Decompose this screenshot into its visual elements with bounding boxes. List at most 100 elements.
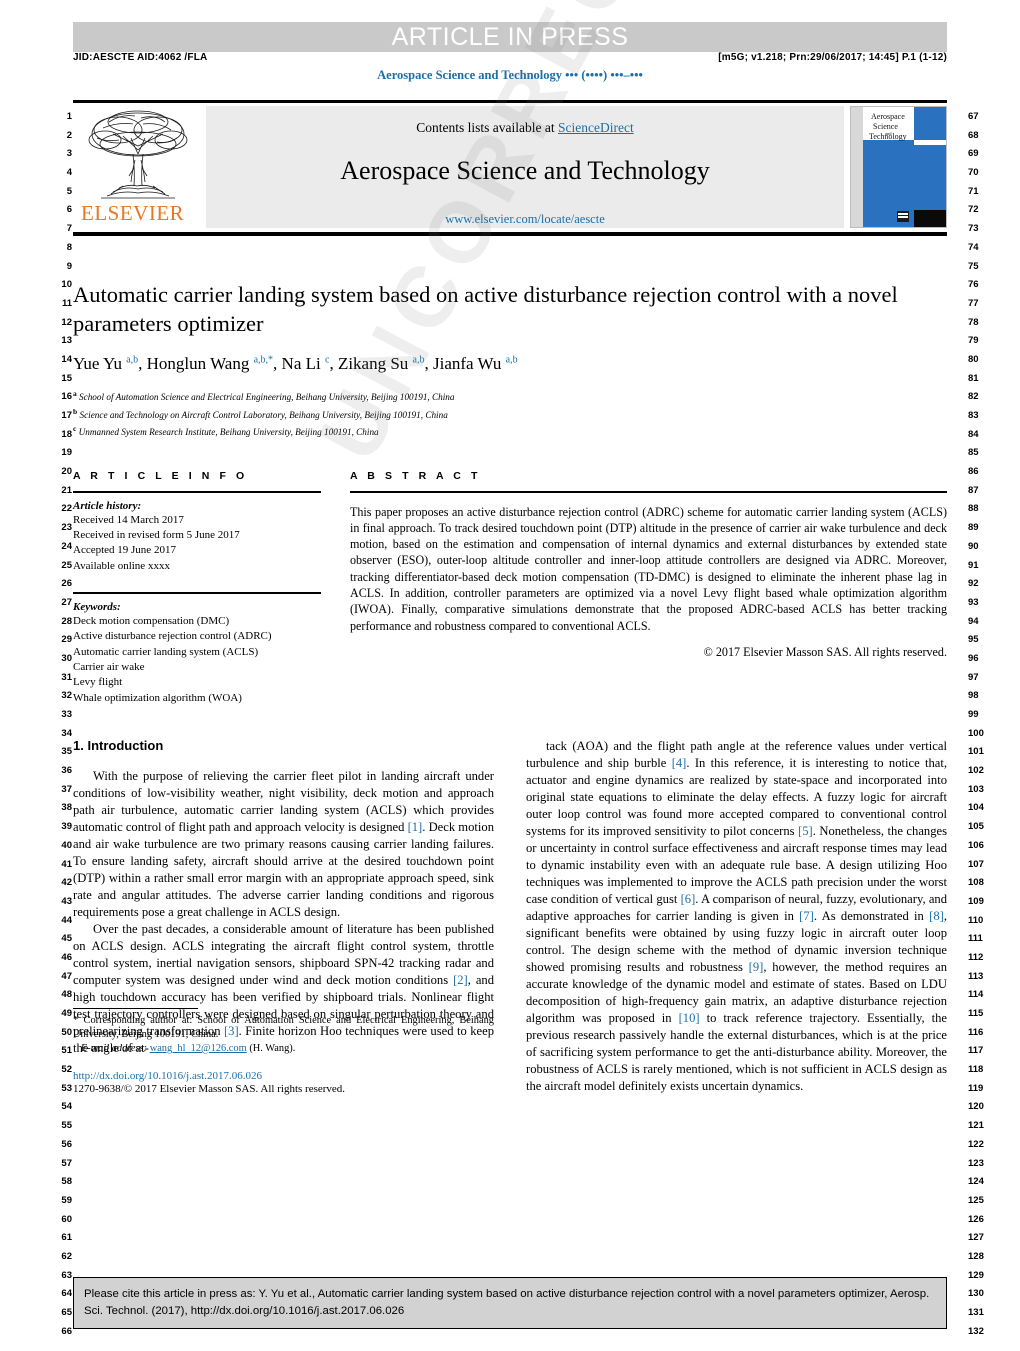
line-number: 84: [968, 428, 979, 440]
line-number: 73: [968, 223, 979, 235]
line-number: 27: [61, 596, 72, 608]
keyword-item: Whale optimization algorithm (WOA): [73, 691, 242, 704]
citation-reference[interactable]: [4]: [672, 756, 687, 770]
citation-reference[interactable]: [6]: [681, 892, 696, 906]
line-number: 55: [61, 1120, 72, 1132]
line-number: 50: [61, 1026, 72, 1038]
line-number: 61: [61, 1232, 72, 1244]
line-number: 45: [61, 933, 72, 945]
line-number: 3: [66, 148, 72, 160]
line-number: 100: [968, 727, 984, 739]
citation-reference[interactable]: [7]: [799, 909, 814, 923]
journal-homepage-link[interactable]: www.elsevier.com/locate/aescte: [206, 212, 844, 227]
line-number: 75: [968, 260, 979, 272]
line-number: 11: [61, 297, 72, 309]
line-number: 57: [61, 1157, 72, 1169]
line-number: 47: [61, 970, 72, 982]
email-address-link[interactable]: wang_hl_12@126.com: [150, 1043, 247, 1054]
line-number: 36: [61, 765, 72, 777]
line-number: 34: [61, 727, 72, 739]
line-number: 51: [61, 1045, 72, 1057]
keywords-block: Keywords: Deck motion compensation (DMC)…: [73, 592, 321, 706]
line-number: 13: [61, 335, 72, 347]
line-number: 105: [968, 821, 984, 833]
abstract-text: This paper proposes an active disturbanc…: [350, 504, 947, 633]
line-number: 74: [968, 241, 979, 253]
line-number: 95: [968, 634, 979, 646]
contents-lists-line: Contents lists available at ScienceDirec…: [206, 106, 844, 136]
line-number: 82: [968, 391, 979, 403]
line-number: 115: [968, 1008, 984, 1019]
line-number: 41: [61, 858, 72, 870]
line-number: 25: [61, 559, 72, 571]
line-number: 101: [968, 746, 984, 758]
masthead-rule-bottom: [73, 232, 947, 236]
line-number: 86: [968, 466, 979, 478]
line-number: 59: [61, 1194, 72, 1206]
keyword-item: Active disturbance rejection control (AD…: [73, 630, 272, 643]
running-head-journal: Aerospace Science and Technology ••• (••…: [377, 68, 643, 82]
abstract-copyright: © 2017 Elsevier Masson SAS. All rights r…: [703, 644, 947, 659]
line-number: 16: [61, 391, 72, 403]
line-numbers-left: 1 2 3 4 5 6 7 8 9 10 11 12 13 14 15 16 17 18 19 20 21 22 23 24 2…: [42, 108, 72, 1341]
citation-reference[interactable]: [8]: [929, 909, 944, 923]
contents-lists-prefix: Contents lists available at: [416, 120, 558, 135]
svg-text:Science: Science: [873, 122, 898, 131]
line-number: 46: [61, 951, 72, 963]
line-number: 58: [61, 1176, 72, 1188]
line-number: 26: [61, 578, 72, 590]
line-number: 9: [66, 260, 72, 272]
sciencedirect-link[interactable]: ScienceDirect: [558, 120, 634, 135]
keyword-item: Levy flight: [73, 676, 123, 689]
line-number: 72: [968, 204, 979, 216]
footnote-block: * Corresponding author at: School of Aut…: [73, 1008, 494, 1095]
article-history-list: Received 14 March 2017 Received in revise…: [73, 513, 321, 575]
citation-reference[interactable]: [1]: [408, 820, 423, 834]
line-number: 52: [61, 1064, 72, 1076]
article-info-column: A R T I C L E I N F O Article history: R…: [73, 470, 321, 706]
line-number: 22: [61, 503, 72, 515]
paper-title: Automatic carrier landing system based o…: [73, 282, 898, 336]
affiliation-item: b Science and Technology on Aircraft Con…: [73, 406, 448, 420]
line-number: 12: [61, 316, 72, 328]
line-number: 102: [968, 765, 984, 777]
author-list: Yue Yu a,b, Honglun Wang a,b,*, Na Li c,…: [73, 354, 518, 373]
line-number: 127: [968, 1232, 984, 1244]
line-number: 88: [968, 503, 979, 515]
citation-reference[interactable]: [9]: [749, 960, 764, 974]
line-number: 54: [61, 1101, 72, 1113]
line-number: 98: [968, 690, 979, 702]
line-number: 124: [968, 1176, 984, 1188]
line-number: 43: [61, 895, 72, 907]
keyword-item: Automatic carrier landing system (ACLS): [73, 645, 259, 658]
keywords-rule: [73, 592, 321, 594]
section-heading-introduction: 1. Introduction: [73, 738, 164, 754]
line-number: 89: [968, 522, 979, 534]
line-number: 49: [61, 1008, 72, 1019]
line-number: 66: [61, 1325, 72, 1337]
article-in-press-banner: ARTICLE IN PRESS: [73, 22, 947, 52]
line-number: 87: [968, 484, 979, 496]
article-info-rule-top: [73, 490, 321, 493]
line-number: 91: [968, 559, 979, 571]
line-number: 106: [968, 839, 984, 851]
line-number: 1: [66, 111, 72, 122]
article-in-press-label: ARTICLE IN PRESS: [391, 23, 629, 51]
line-number: 108: [968, 877, 984, 889]
line-number: 111: [968, 933, 983, 945]
corresponding-author-note: * Corresponding author at: School of Aut…: [73, 1014, 494, 1055]
line-number: 99: [968, 709, 979, 720]
citation-reference[interactable]: [5]: [798, 824, 813, 838]
title-block: Automatic carrier landing system based o…: [73, 280, 947, 440]
citation-reference[interactable]: [10]: [679, 1011, 700, 1025]
affiliation-item: a School of Automation Science and Elect…: [73, 389, 455, 403]
line-number: 24: [61, 540, 72, 552]
line-number: 5: [66, 185, 72, 197]
line-number: 39: [61, 821, 72, 833]
line-number: 70: [968, 167, 979, 179]
issn-copyright-line: 1270-9638/© 2017 Elsevier Masson SAS. Al…: [73, 1083, 346, 1096]
doi-link[interactable]: http://dx.doi.org/10.1016/j.ast.2017.06.…: [73, 1070, 494, 1082]
line-number: 65: [61, 1307, 72, 1318]
citation-reference[interactable]: [2]: [453, 973, 468, 987]
line-number: 68: [968, 129, 979, 141]
